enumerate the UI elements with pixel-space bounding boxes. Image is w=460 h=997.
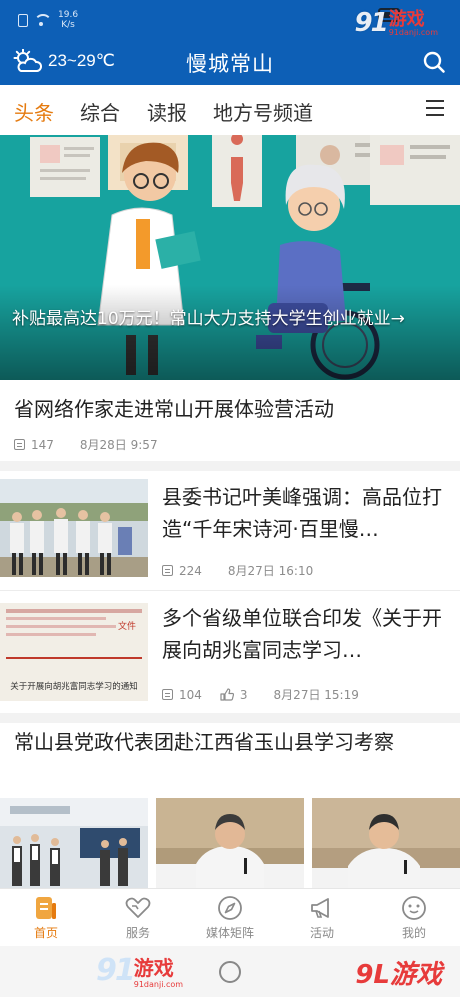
system-navigation-bar: 91 游戏 91danji.com 9L游戏 (0, 946, 460, 997)
watermark-logo-bottom-left: 91 游戏 91danji.com (96, 952, 183, 989)
tab-general[interactable]: 综合 (80, 97, 120, 126)
news-title-4[interactable]: 常山县党政代表团赴江西省玉山县学习考察 (14, 727, 446, 757)
news-meta-2: 224 8月27日 16:10 (162, 562, 313, 579)
compass-icon (218, 896, 242, 920)
news-image-4a[interactable] (0, 798, 148, 888)
thumb-doc-title: 关于开展向胡兆富同志学习的通知 (10, 681, 138, 692)
watermark-sub: 91danji.com (388, 27, 438, 37)
tab-newspaper[interactable]: 读报 (147, 97, 187, 126)
wifi-icon (34, 14, 52, 26)
news-comments-3: 104 (179, 687, 202, 702)
watermark-number: 91 (354, 8, 389, 38)
status-bar: 19.6 K/s 91 游戏 91danji.com (0, 0, 460, 40)
news-title-1[interactable]: 省网络作家走进常山开展体验营活动 (14, 394, 446, 424)
heart-service-icon (125, 897, 151, 918)
watermark-logo-bottom-right: 9L游戏 (355, 954, 442, 991)
thumb-doc-stamp: 文件 (118, 620, 136, 632)
status-icons: 19.6 K/s (18, 10, 78, 30)
news-meta-1: 147 8月28日 9:57 (14, 436, 158, 453)
nav-home-label: 首页 (33, 926, 58, 940)
nav-home[interactable]: 首页 (6, 895, 86, 941)
channel-tabs: 头条 综合 读报 地方号频道 (0, 85, 460, 135)
nav-activity[interactable]: 活动 (282, 895, 362, 941)
tab-local-channel[interactable]: 地方号频道 (213, 97, 313, 126)
sim-card-icon (18, 13, 28, 27)
nav-service-label: 服务 (125, 926, 150, 940)
news-image-4c[interactable] (312, 798, 460, 888)
like-icon[interactable] (220, 688, 234, 701)
megaphone-icon (311, 898, 329, 918)
nav-activity-label: 活动 (309, 926, 334, 940)
hero-shade (0, 285, 460, 380)
watermark-text: 游戏 (388, 8, 425, 30)
news-image-4b[interactable] (156, 798, 304, 888)
hero-banner[interactable]: 补贴最高达10万元！常山大力支持大学生创业就业→ (0, 135, 460, 380)
nav-service[interactable]: 服务 (98, 895, 178, 941)
network-speed-value: 19.6 (58, 10, 79, 20)
news-thumb-3[interactable]: 文件 关于开展向胡兆富同志学习的通知 (0, 603, 148, 701)
nav-media-matrix-label: 媒体矩阵 (205, 926, 254, 940)
search-icon[interactable] (422, 50, 446, 74)
bottom-navigation: 首页 服务 媒体矩阵 活动 我的 (0, 888, 460, 946)
news-date-2: 8月27日 16:10 (227, 564, 314, 578)
comment-icon (162, 689, 173, 700)
watermark-text: 游戏 (133, 956, 174, 980)
divider (0, 590, 460, 591)
nav-media-matrix[interactable]: 媒体矩阵 (190, 895, 270, 941)
app-title: 慢城常山 (186, 52, 274, 76)
smiley-profile-icon (402, 896, 426, 920)
app-header: 23~29℃ 慢城常山 (0, 40, 460, 85)
network-speed-unit: K/s (61, 20, 75, 30)
nav-profile-label: 我的 (401, 926, 426, 940)
news-date-1: 8月28日 9:57 (79, 438, 158, 452)
news-meta-3: 104 3 8月27日 15:19 (162, 686, 359, 703)
news-comments-1: 147 (31, 437, 54, 452)
watermark-text: 9L游戏 (355, 960, 442, 990)
nav-profile[interactable]: 我的 (374, 895, 454, 941)
menu-icon[interactable] (426, 100, 446, 118)
news-thumb-2[interactable] (0, 479, 148, 577)
watermark-logo-top: 91 游戏 91danji.com (355, 8, 439, 38)
home-doc-icon (36, 897, 56, 919)
comment-icon (162, 565, 173, 576)
divider (0, 713, 460, 723)
comment-icon (14, 439, 25, 450)
news-likes-3: 3 (239, 687, 248, 702)
hero-caption[interactable]: 补贴最高达10万元！常山大力支持大学生创业就业→ (12, 307, 452, 331)
tab-headlines[interactable]: 头条 (14, 97, 54, 126)
news-comments-2: 224 (179, 563, 202, 578)
news-title-2[interactable]: 县委书记叶美峰强调：高品位打造“千年宋诗河·百里慢… (162, 481, 446, 545)
news-title-3[interactable]: 多个省级单位联合印发《关于开展向胡兆富同志学习… (162, 602, 446, 666)
news-date-3: 8月27日 15:19 (273, 688, 359, 702)
divider (0, 461, 460, 471)
network-speed: 19.6 K/s (58, 10, 78, 30)
watermark-sub: 91danji.com (133, 980, 184, 989)
home-button[interactable] (219, 961, 241, 983)
watermark-number: 91 (96, 953, 136, 988)
